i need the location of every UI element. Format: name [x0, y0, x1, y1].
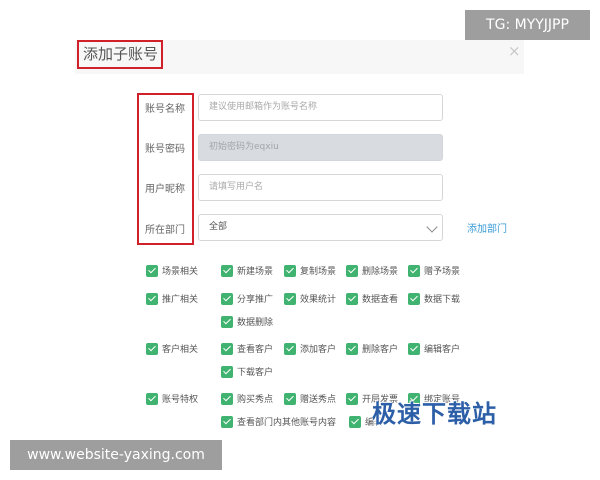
password-label: 账号密码: [145, 144, 185, 155]
checkbox-customer-add[interactable]: 添加客户: [284, 342, 336, 355]
check-icon: [284, 392, 296, 405]
checkbox-scene-gift[interactable]: 赠予场景: [408, 264, 460, 277]
checkbox-customer-download[interactable]: 下载客户: [221, 365, 273, 378]
checkbox-promotion-share[interactable]: 分享推广: [221, 292, 273, 305]
password-input: 初始密码为eqxiu: [198, 134, 443, 161]
checkbox-promotion-delete[interactable]: 数据删除: [221, 315, 273, 328]
check-icon: [346, 342, 358, 355]
check-icon: [221, 292, 233, 305]
check-icon: [221, 342, 233, 355]
checkbox-promotion-view[interactable]: 数据查看: [346, 292, 398, 305]
check-icon: [346, 264, 358, 277]
chevron-down-icon: [426, 221, 438, 233]
check-icon: [349, 415, 361, 428]
check-icon: [284, 264, 296, 277]
nickname-label: 用户昵称: [145, 184, 185, 195]
check-icon: [221, 392, 233, 405]
checkbox-customer-view[interactable]: 查看客户: [221, 342, 273, 355]
check-icon: [284, 342, 296, 355]
check-icon: [221, 264, 233, 277]
check-icon: [284, 292, 296, 305]
checkbox-account-view-dept[interactable]: 查看部门内其他账号内容: [221, 415, 336, 428]
check-icon: [221, 415, 233, 428]
checkbox-scene-delete[interactable]: 删除场景: [346, 264, 398, 277]
check-icon: [146, 292, 158, 305]
check-icon: [408, 264, 420, 277]
watermark-tag-bottom: www.website-yaxing.com: [10, 440, 222, 470]
check-icon: [346, 292, 358, 305]
check-icon: [146, 342, 158, 355]
checkbox-promotion-download[interactable]: 数据下载: [408, 292, 460, 305]
checkbox-scene-main[interactable]: 场景相关: [146, 264, 198, 277]
add-department-link[interactable]: 添加部门: [467, 220, 507, 235]
checkbox-scene-copy[interactable]: 复制场景: [284, 264, 336, 277]
check-icon: [221, 365, 233, 378]
nickname-input[interactable]: 请填写用户名: [198, 174, 443, 201]
check-icon: [221, 315, 233, 328]
account-name-label: 账号名称: [145, 104, 185, 115]
checkbox-customer-main[interactable]: 客户相关: [146, 342, 198, 355]
checkbox-promotion-main[interactable]: 推广相关: [146, 292, 198, 305]
dialog-title: 添加子账号: [77, 40, 163, 69]
watermark-tag-top: TG: MYYJJPP: [465, 10, 590, 40]
department-selected: 全部: [209, 222, 228, 232]
checkbox-account-main[interactable]: 账号特权: [146, 392, 198, 405]
checkbox-customer-delete[interactable]: 删除客户: [346, 342, 398, 355]
checkbox-account-buy-points[interactable]: 购买秀点: [221, 392, 273, 405]
check-icon: [408, 292, 420, 305]
site-logo-watermark: 极速下载站: [372, 400, 497, 428]
checkbox-account-gift-points[interactable]: 赠送秀点: [284, 392, 336, 405]
check-icon: [346, 392, 358, 405]
department-label: 所在部门: [145, 225, 185, 236]
checkbox-scene-new[interactable]: 新建场景: [221, 264, 273, 277]
check-icon: [146, 264, 158, 277]
checkbox-customer-edit[interactable]: 编辑客户: [408, 342, 460, 355]
checkbox-promotion-stats[interactable]: 效果统计: [284, 292, 336, 305]
account-name-input[interactable]: 建议使用邮箱作为账号名称: [198, 94, 443, 121]
close-icon[interactable]: ×: [508, 42, 521, 60]
check-icon: [146, 392, 158, 405]
check-icon: [408, 342, 420, 355]
department-select[interactable]: 全部: [198, 214, 443, 241]
